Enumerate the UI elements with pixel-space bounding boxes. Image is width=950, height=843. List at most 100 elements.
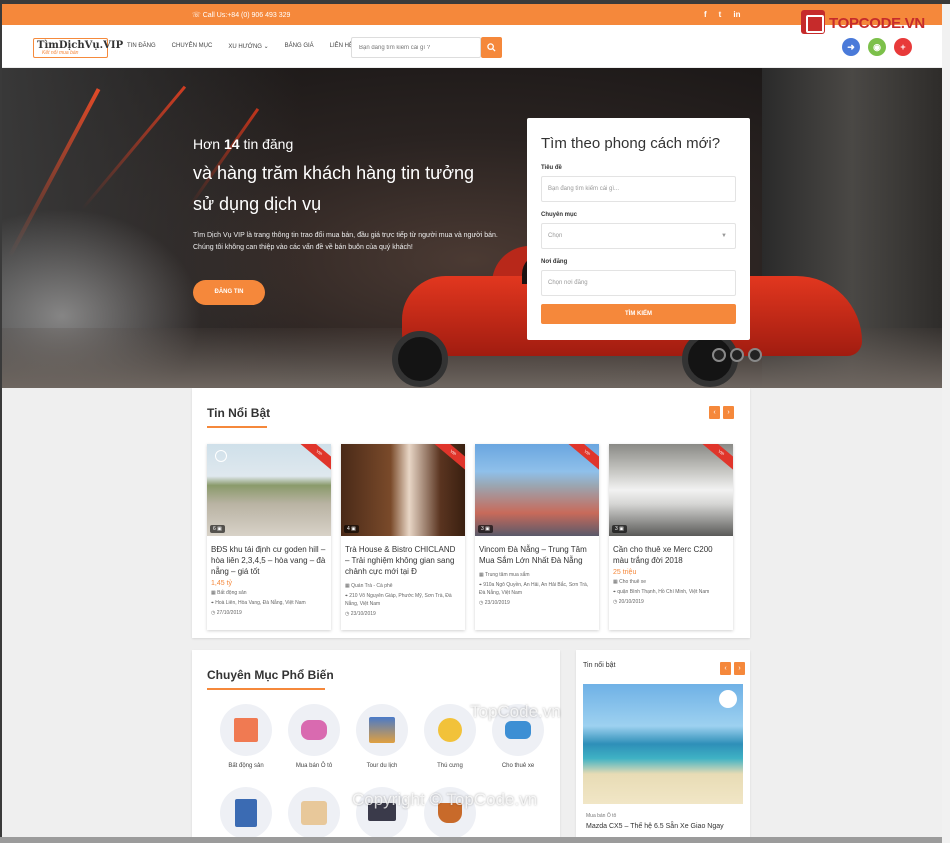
vertical-scrollbar[interactable] [942, 4, 950, 843]
listing-category: ▦ Cho thuê xe [613, 579, 647, 585]
hero-heading-1: Hơn 14 tin đăng [193, 136, 294, 152]
restaurant-icon [301, 801, 327, 825]
play-icon [215, 450, 227, 462]
register-icon[interactable]: ◉ [868, 38, 886, 56]
sidebar-title: Tin nổi bật [583, 662, 616, 669]
header-actions: ➜ ◉ + [842, 38, 912, 56]
listing-card[interactable]: VIP 3 ▣ Cần cho thuê xe Merc C200 màu tr… [609, 444, 733, 630]
site-logo[interactable]: TìmDịchVụ.VIP Kết nối mua bán [33, 38, 123, 58]
search-icon [487, 43, 496, 52]
nav-lien-he[interactable]: LIÊN HỆ [330, 43, 353, 50]
cat-icon [438, 718, 462, 742]
featured-title: Tin Nổi Bật [207, 406, 271, 420]
office-icon [235, 799, 257, 827]
location-field[interactable]: Chọn nơi đăng [541, 270, 736, 296]
category-item[interactable]: Bất động sản [212, 704, 280, 769]
listing-location: ⌖ quận Bình Thạnh, Hồ Chí Minh, Việt Nam [613, 589, 710, 595]
page: ☏ Call Us:+84 (0) 906 493 329 f t in Tìm… [2, 4, 942, 843]
car-icon [301, 720, 327, 740]
featured-section: Tin Nổi Bật ‹ › VIP 6 ▣ BĐS khu tái định… [192, 388, 750, 638]
listing-location: ⌖ 910a Ngô Quyền, An Hải, An Hải Bắc, Sơ… [479, 582, 589, 596]
category-item[interactable] [280, 787, 348, 843]
sidebar-nav: ‹ › [720, 662, 745, 675]
listing-card[interactable]: VIP 3 ▣ Vincom Đà Nẵng – Trung Tâm Mua S… [475, 444, 599, 630]
listing-date: ◷ 27/10/2019 [211, 610, 242, 616]
next-arrow-icon[interactable]: › [723, 406, 734, 419]
watermark-text: TopCode.vn [470, 702, 561, 721]
listing-date: ◷ 20/10/2019 [613, 599, 644, 605]
sidebar-post-title[interactable]: Mazda CX5 – Thế hệ 6.5 Sẵn Xe Giao Ngay [586, 822, 736, 832]
title-field[interactable]: Bạn đang tìm kiếm cái gì... [541, 176, 736, 202]
listing-card[interactable]: VIP 4 ▣ Trà House & Bistro CHICLAND – Tr… [341, 444, 465, 630]
featured-cards: VIP 6 ▣ BĐS khu tái định cư goden hill –… [207, 444, 733, 630]
listing-price: 25 triệu [613, 569, 637, 576]
category-item[interactable]: Mua bán Ô tô [280, 704, 348, 769]
photo-count: 4 ▣ [344, 525, 359, 533]
search-panel: Tìm theo phong cách mới? Tiêu đề Bạn đan… [527, 118, 750, 340]
listing-title: BĐS khu tái định cư goden hill – hòa liê… [211, 545, 326, 576]
building-icon [234, 718, 258, 742]
hero-description: Tìm Dịch Vụ VIP là trang thông tin trao … [193, 232, 498, 251]
categories-title: Chuyên Mục Phổ Biến [207, 668, 334, 682]
topcode-logo-icon [801, 10, 825, 34]
featured-nav: ‹ › [709, 406, 734, 419]
logo-tagline: Kết nối mua bán [42, 50, 79, 56]
category-label: Chuyên mục [541, 212, 578, 218]
author-avatar [719, 690, 737, 708]
vip-ribbon: VIP [292, 444, 331, 477]
twitter-icon[interactable]: t [719, 10, 722, 19]
sidebar-featured: Tin nổi bật ‹ › Mua bán Ô tô Mazda CX5 –… [576, 650, 750, 843]
phone-text: ☏ Call Us:+84 (0) 906 493 329 [192, 12, 291, 19]
listing-category: ▦ Trung tâm mua sắm [479, 572, 530, 578]
hero-text: Hơn 14 tin đăng và hàng trăm khách hàng … [193, 136, 518, 254]
prev-arrow-icon[interactable]: ‹ [709, 406, 720, 419]
travel-icon [369, 717, 395, 743]
category-item[interactable]: Tour du lịch [348, 704, 416, 769]
title-underline [207, 426, 267, 428]
facebook-icon[interactable]: f [704, 10, 707, 19]
search-input[interactable] [351, 37, 481, 58]
title-label: Tiêu đề [541, 165, 562, 171]
listing-category: ▦ Quán Trà - Cà phê [345, 583, 393, 589]
search-submit-button[interactable]: TÌM KIẾM [541, 304, 736, 324]
listing-title: Trà House & Bistro CHICLAND – Trải nghiệ… [345, 545, 456, 576]
login-icon[interactable]: ➜ [842, 38, 860, 56]
listing-card[interactable]: VIP 6 ▣ BĐS khu tái định cư goden hill –… [207, 444, 331, 630]
watermark-copyright: Copyright © TopCode.vn [352, 790, 538, 809]
next-arrow-icon[interactable]: › [734, 662, 745, 675]
horizontal-scrollbar[interactable] [0, 837, 942, 843]
listing-title: Vincom Đà Nẵng – Trung Tâm Mua Sắm Lớn N… [479, 545, 587, 565]
nav-chuyen-muc[interactable]: CHUYÊN MỤC [172, 43, 213, 50]
vip-ribbon: VIP [560, 444, 599, 477]
linkedin-icon[interactable]: in [733, 10, 740, 19]
hero-heading-2: và hàng trăm khách hàng tin tưởng sử dụn… [193, 163, 475, 214]
photo-count: 3 ▣ [478, 525, 493, 533]
main-nav: TIN ĐĂNG CHUYÊN MỤC XU HƯỚNG ⌄ BẢNG GIÁ … [127, 43, 353, 50]
search-panel-title: Tìm theo phong cách mới? [541, 135, 721, 152]
listing-image: VIP 3 ▣ [609, 444, 733, 536]
search-button[interactable] [481, 37, 502, 58]
photo-count: 3 ▣ [612, 525, 627, 533]
social-links: f t in [704, 10, 740, 19]
post-listing-button[interactable]: ĐĂNG TIN [193, 280, 265, 305]
nav-xu-huong[interactable]: XU HƯỚNG ⌄ [228, 43, 268, 50]
sidebar-post-category: Mua bán Ô tô [586, 813, 617, 819]
category-item[interactable] [212, 787, 280, 843]
listing-location: ⌖ 210 Võ Nguyên Giáp, Phước Mỹ, Sơn Trà,… [345, 593, 452, 607]
category-select[interactable]: Chọn ▼ [541, 223, 736, 249]
nav-bang-gia[interactable]: BẢNG GIÁ [285, 43, 314, 50]
chevron-down-icon: ▼ [721, 233, 727, 239]
prev-arrow-icon[interactable]: ‹ [720, 662, 731, 675]
listing-image: VIP 6 ▣ [207, 444, 331, 536]
nav-tin-dang[interactable]: TIN ĐĂNG [127, 43, 156, 50]
post-icon[interactable]: + [894, 38, 912, 56]
vip-ribbon: VIP [694, 444, 733, 477]
vip-ribbon: VIP [426, 444, 465, 477]
categories-section: Chuyên Mục Phổ Biến Bất động sản Mua bán… [192, 650, 560, 843]
listing-date: ◷ 23/10/2019 [345, 611, 376, 617]
sidebar-post-image[interactable] [583, 684, 743, 804]
listing-title: Cần cho thuê xe Merc C200 màu trắng đời … [613, 545, 713, 565]
listing-price: 1,45 tỷ [211, 580, 233, 587]
category-grid: Bất động sản Mua bán Ô tô Tour du lịch T… [212, 704, 552, 843]
listing-image: VIP 4 ▣ [341, 444, 465, 536]
